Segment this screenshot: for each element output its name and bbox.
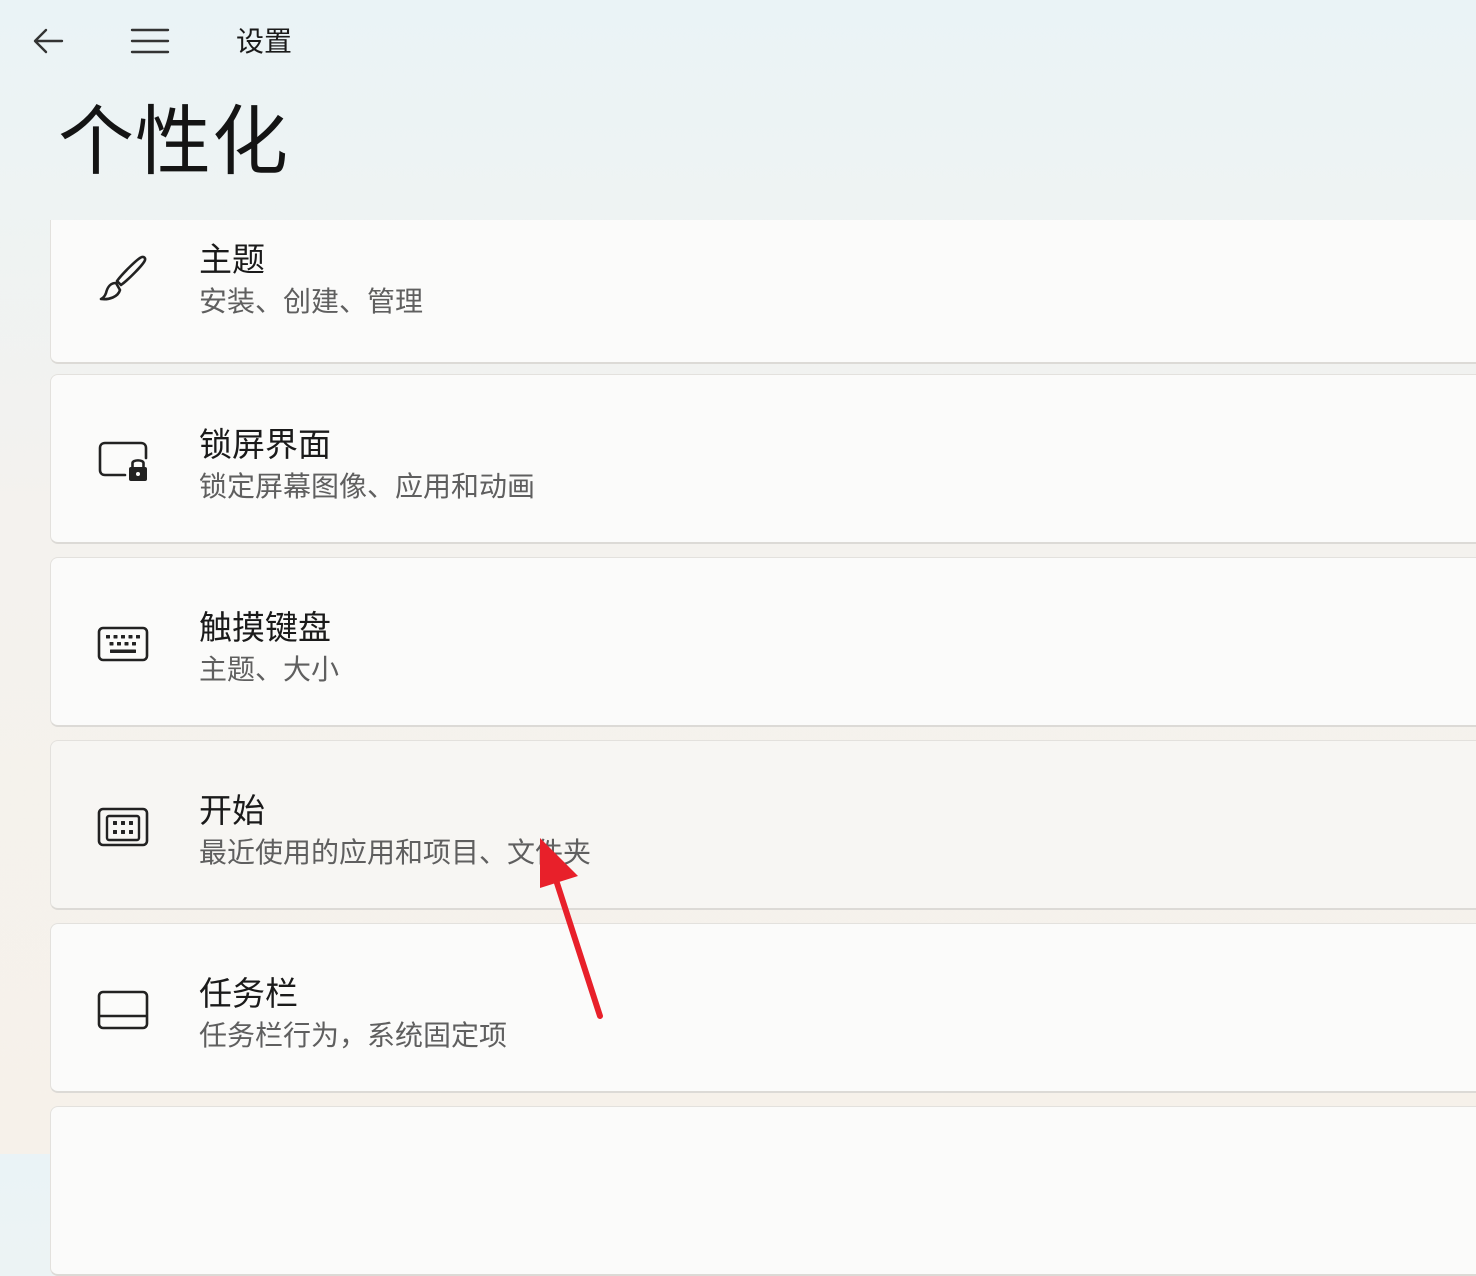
settings-list: 主题 安装、创建、管理 锁屏界面 锁定屏幕图像、应用和动画 触摸键盘 主题、大小… [50,0,1476,1276]
brush-icon [95,250,151,306]
settings-card-partial[interactable] [50,1106,1476,1276]
card-title: 主题 [199,240,265,279]
card-subtitle: 任务栏行为，系统固定项 [199,1019,508,1052]
taskbar-icon [95,982,151,1038]
card-subtitle: 最近使用的应用和项目、文件夹 [199,836,592,869]
lock-screen-icon [95,433,151,489]
card-title: 触摸键盘 [199,608,331,647]
settings-card-touch-keyboard[interactable]: 触摸键盘 主题、大小 [50,557,1476,727]
settings-card-start[interactable]: 开始 最近使用的应用和项目、文件夹 [50,740,1476,910]
card-subtitle: 锁定屏幕图像、应用和动画 [199,470,536,503]
card-subtitle: 安装、创建、管理 [199,285,424,318]
keyboard-icon [95,616,151,672]
settings-card-themes[interactable]: 主题 安装、创建、管理 [50,220,1476,364]
start-icon [95,799,151,855]
settings-card-lock-screen[interactable]: 锁屏界面 锁定屏幕图像、应用和动画 [50,374,1476,544]
settings-card-taskbar[interactable]: 任务栏 任务栏行为，系统固定项 [50,923,1476,1093]
card-title: 开始 [199,791,265,830]
card-subtitle: 主题、大小 [199,653,340,686]
card-title: 任务栏 [199,974,298,1013]
card-title: 锁屏界面 [199,425,331,464]
